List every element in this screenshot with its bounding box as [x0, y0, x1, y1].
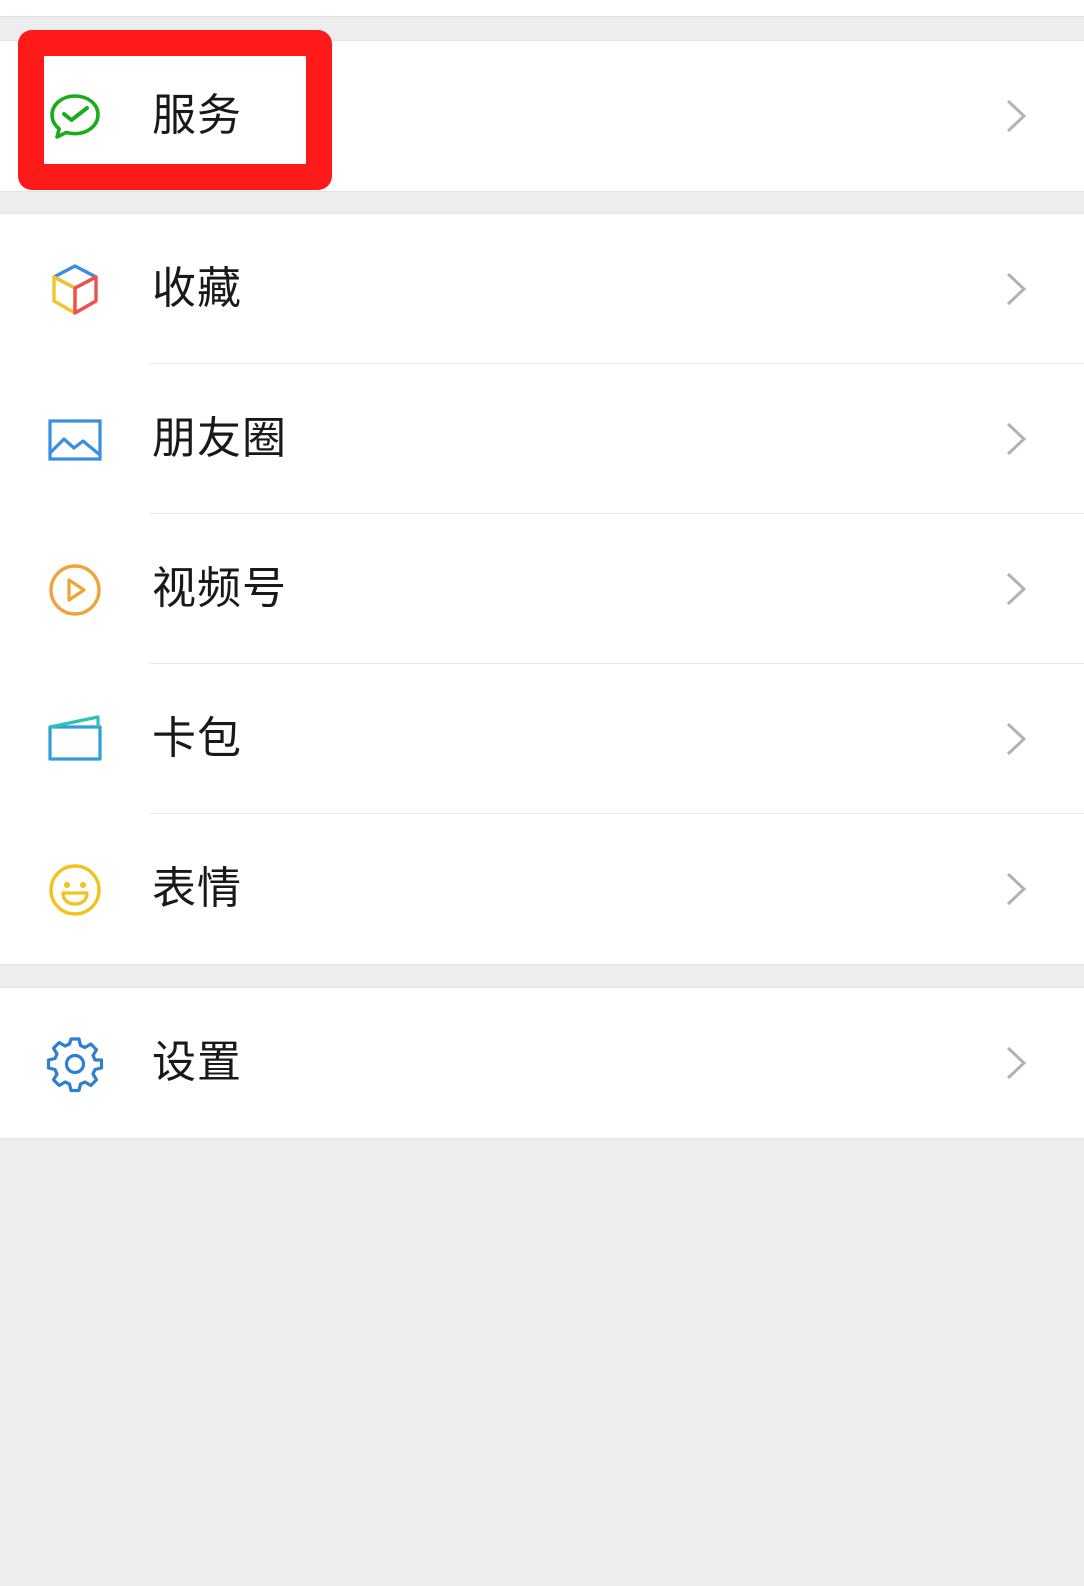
- menu-item-settings-label: 设置: [152, 1037, 242, 1088]
- chevron-right-icon: [1002, 1045, 1030, 1081]
- menu-item-favorites-label: 收藏: [152, 263, 242, 314]
- play-circle-icon: [44, 559, 106, 621]
- chevron-right-icon: [1002, 271, 1030, 307]
- settings-group: 设置: [0, 987, 1084, 1139]
- menu-item-stickers-label: 表情: [152, 863, 242, 914]
- menu-item-favorites[interactable]: 收藏: [0, 214, 1084, 364]
- features-group: 收藏 朋友圈 视频号 卡包 表情: [0, 213, 1084, 965]
- gear-icon: [44, 1033, 106, 1095]
- menu-item-moments-label: 朋友圈: [152, 413, 287, 464]
- menu-item-channels-label: 视频号: [152, 563, 287, 614]
- chevron-right-icon: [1002, 871, 1030, 907]
- menu-item-channels[interactable]: 视频号: [0, 514, 1084, 664]
- menu-item-service-label: 服务: [152, 90, 242, 141]
- menu-item-cards[interactable]: 卡包: [0, 664, 1084, 814]
- cube-icon: [44, 259, 106, 321]
- me-menu-page: 服务 收藏 朋友圈 视频号 卡包 表情 设置: [0, 0, 1084, 1586]
- wechat-pay-icon: [44, 86, 106, 148]
- menu-item-service[interactable]: 服务: [0, 41, 1084, 191]
- chevron-right-icon: [1002, 98, 1030, 134]
- menu-item-moments[interactable]: 朋友圈: [0, 364, 1084, 514]
- top-strip: [0, 0, 1084, 17]
- smiley-icon: [44, 859, 106, 921]
- image-icon: [44, 409, 106, 471]
- menu-item-settings[interactable]: 设置: [0, 988, 1084, 1138]
- service-group: 服务: [0, 40, 1084, 192]
- chevron-right-icon: [1002, 721, 1030, 757]
- card-wallet-icon: [44, 709, 106, 771]
- chevron-right-icon: [1002, 421, 1030, 457]
- menu-item-stickers[interactable]: 表情: [0, 814, 1084, 964]
- chevron-right-icon: [1002, 571, 1030, 607]
- menu-item-cards-label: 卡包: [152, 713, 242, 764]
